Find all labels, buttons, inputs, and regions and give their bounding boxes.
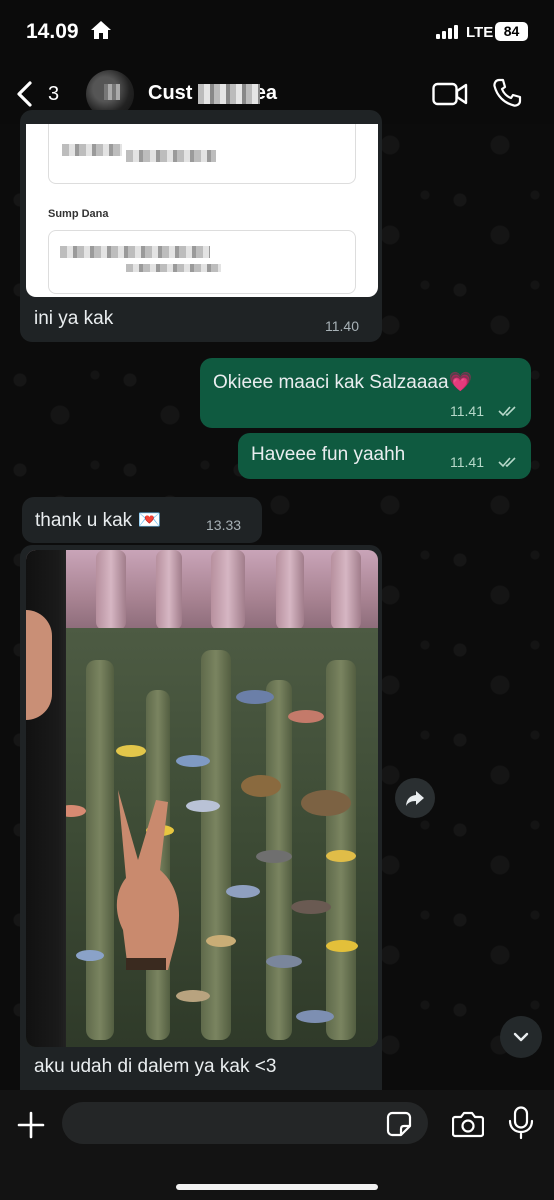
scroll-to-bottom-button[interactable] <box>500 1016 542 1058</box>
aquarium-background <box>26 550 378 630</box>
microphone-icon[interactable] <box>508 1106 534 1140</box>
message-text: ini ya kak <box>34 308 114 329</box>
message-bubble-outgoing[interactable]: Okieee maaci kak Salzaaaa💗 11.41 <box>200 358 531 428</box>
forward-arrow-icon <box>406 791 424 806</box>
home-icon <box>91 21 111 39</box>
back-button[interactable]: 3 <box>14 76 70 112</box>
photo-caption: aku udah di dalem ya kak <3 <box>34 1056 277 1077</box>
read-receipt-icon <box>498 406 516 417</box>
signal-icon <box>436 25 458 39</box>
read-receipt-icon <box>498 457 516 468</box>
video-call-icon[interactable] <box>432 80 468 108</box>
network-type: LTE <box>466 24 494 41</box>
message-input[interactable] <box>62 1102 428 1144</box>
message-text: Haveee fun yaahh <box>251 444 406 465</box>
redacted-text <box>126 150 216 162</box>
chevron-left-icon <box>17 81 32 107</box>
battery-icon: 84 <box>495 22 528 41</box>
message-time: 11.41 <box>450 403 484 419</box>
chevron-down-icon <box>513 1032 529 1042</box>
unread-count: 3 <box>48 82 60 105</box>
redaction-mark <box>198 84 260 104</box>
redacted-text <box>62 144 122 156</box>
redacted-text <box>60 246 210 258</box>
message-bubble-incoming[interactable]: thank u kak 💌 13.33 <box>22 497 262 543</box>
redacted-text <box>126 264 221 272</box>
person-face <box>26 610 52 720</box>
home-indicator <box>176 1184 378 1190</box>
message-text: Okieee maaci kak Salzaaaa💗 <box>213 372 473 393</box>
peace-sign-hand <box>116 790 180 970</box>
composer-bar <box>0 1090 554 1200</box>
camera-icon[interactable] <box>452 1110 484 1138</box>
phone-icon[interactable] <box>492 78 522 108</box>
sticker-icon[interactable] <box>386 1111 412 1137</box>
message-time: 11.41 <box>450 454 484 470</box>
plus-icon[interactable] <box>16 1110 46 1140</box>
message-time: 11.40 <box>325 318 359 334</box>
document-field-label: Sump Dana <box>48 208 109 220</box>
message-time: 13.33 <box>206 517 242 533</box>
forward-button[interactable] <box>395 778 435 818</box>
status-bar: 14.09 LTE 84 <box>0 0 554 62</box>
document-preview[interactable]: Sump Dana <box>26 124 378 297</box>
document-field-box <box>48 230 356 294</box>
photo-attachment[interactable] <box>26 550 378 1047</box>
message-bubble-outgoing[interactable]: Haveee fun yaahh 11.41 <box>238 433 531 479</box>
status-time: 14.09 <box>26 20 79 43</box>
message-text: thank u kak 💌 <box>35 510 162 531</box>
